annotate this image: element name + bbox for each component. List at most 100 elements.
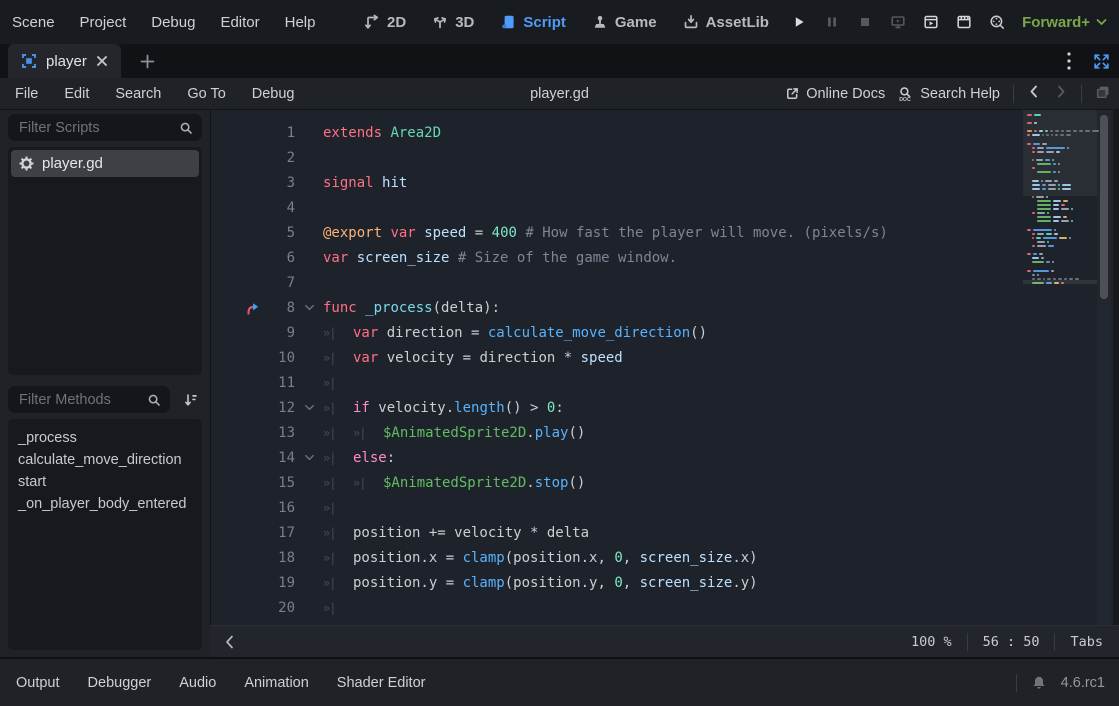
close-icon[interactable] — [96, 55, 108, 67]
menu-help[interactable]: Help — [285, 14, 316, 31]
minimap-row — [1023, 225, 1097, 227]
menu-debug[interactable]: Debug — [151, 14, 195, 31]
code-line[interactable]: 6var screen_size # Size of the game wind… — [211, 245, 1112, 270]
fold-gutter[interactable] — [295, 451, 323, 464]
online-docs-button[interactable]: Online Docs — [785, 86, 885, 102]
code-line[interactable]: 12»|if velocity.length() > 0: — [211, 395, 1112, 420]
fold-gutter[interactable] — [295, 301, 323, 314]
play-custom-scene-button[interactable] — [955, 13, 973, 31]
script-list-item-player[interactable]: player.gd — [11, 150, 199, 177]
code-line[interactable]: 3signal hit — [211, 170, 1112, 195]
make-floating-button[interactable] — [1095, 84, 1111, 104]
code-line[interactable]: 16»| — [211, 495, 1112, 520]
code-scrollbar[interactable] — [1097, 110, 1111, 625]
right-edge-strip — [1112, 110, 1119, 625]
fold-chevron-icon[interactable] — [303, 451, 316, 464]
history-forward-button[interactable] — [1054, 84, 1068, 103]
play-button[interactable] — [790, 13, 808, 31]
menu-editor[interactable]: Editor — [220, 14, 259, 31]
gear-icon — [19, 156, 34, 171]
script-menu-goto[interactable]: Go To — [187, 86, 225, 102]
script-menu-file[interactable]: File — [15, 86, 38, 102]
code-text: »| — [323, 376, 1112, 390]
movie-maker-button[interactable] — [988, 13, 1006, 31]
code-line[interactable]: 15»|»|$AnimatedSprite2D.stop() — [211, 470, 1112, 495]
filter-methods-input[interactable] — [17, 391, 147, 409]
search-icon — [147, 393, 161, 407]
indent-type[interactable]: Tabs — [1070, 634, 1103, 650]
code-line[interactable]: 10»|var velocity = direction * speed — [211, 345, 1112, 370]
method-item[interactable]: start — [18, 471, 192, 493]
code-line[interactable]: 4 — [211, 195, 1112, 220]
code-line[interactable]: 5@export var speed = 400 # How fast the … — [211, 220, 1112, 245]
breakpoint-gutter[interactable] — [211, 300, 267, 316]
menu-scene[interactable]: Scene — [12, 14, 55, 31]
tab-script[interactable]: Script — [500, 14, 566, 31]
code-line[interactable]: 9»|var direction = calculate_move_direct… — [211, 320, 1112, 345]
code-text: extends Area2D — [323, 125, 1112, 141]
code-line[interactable]: 19»|position.y = clamp(position.y, 0, sc… — [211, 570, 1112, 595]
pause-button[interactable] — [823, 13, 841, 31]
line-number: 14 — [267, 450, 295, 466]
script-menu-search[interactable]: Search — [115, 86, 161, 102]
search-help-button[interactable]: DOC Search Help — [898, 86, 1000, 102]
remote-debug-button[interactable] — [889, 13, 907, 31]
method-item[interactable]: calculate_move_direction — [18, 449, 192, 471]
bottom-tab-debugger[interactable]: Debugger — [88, 675, 152, 691]
menu-project[interactable]: Project — [80, 14, 127, 31]
editor-context-switcher: 2D 3D Script Game AssetLib — [364, 0, 769, 44]
version-label[interactable]: 4.6.rc1 — [1061, 675, 1105, 691]
3d-axes-icon — [432, 14, 448, 30]
tab-3d[interactable]: 3D — [432, 14, 474, 31]
history-back-button[interactable] — [1027, 84, 1041, 103]
zoom-level[interactable]: 100 % — [911, 634, 952, 650]
tab-assetlib[interactable]: AssetLib — [683, 14, 769, 31]
code-line[interactable]: 18»|position.x = clamp(position.x, 0, sc… — [211, 545, 1112, 570]
new-scene-tab-button[interactable] — [133, 44, 161, 78]
main-menus: Scene Project Debug Editor Help — [12, 0, 315, 44]
method-override-icon[interactable] — [245, 300, 261, 316]
stop-button[interactable] — [856, 13, 874, 31]
code-line[interactable]: 8func _process(delta): — [211, 295, 1112, 320]
renderer-selector[interactable]: Forward+ — [1022, 0, 1107, 44]
code-line[interactable]: 13»|»|$AnimatedSprite2D.play() — [211, 420, 1112, 445]
bottom-tab-animation[interactable]: Animation — [244, 675, 308, 691]
filter-scripts-input[interactable] — [17, 119, 179, 137]
bottom-tab-output[interactable]: Output — [16, 675, 60, 691]
play-scene-button[interactable] — [922, 13, 940, 31]
code-minimap[interactable] — [1023, 112, 1097, 286]
bottom-tab-shader-editor[interactable]: Shader Editor — [337, 675, 426, 691]
script-menu-edit[interactable]: Edit — [64, 86, 89, 102]
tab-indent-marker: »| — [323, 351, 353, 365]
tab-game[interactable]: Game — [592, 14, 657, 31]
bottom-tab-audio[interactable]: Audio — [179, 675, 216, 691]
fold-chevron-icon[interactable] — [303, 401, 316, 414]
script-menus: File Edit Search Go To Debug — [15, 78, 295, 109]
fold-gutter[interactable] — [295, 401, 323, 414]
toolbar-separator — [1081, 85, 1082, 103]
code-text: »|if velocity.length() > 0: — [323, 400, 1112, 416]
code-line[interactable]: 14»|else: — [211, 445, 1112, 470]
tab-2d[interactable]: 2D — [364, 14, 406, 31]
code-line[interactable]: 7 — [211, 270, 1112, 295]
code-line[interactable]: 20»| — [211, 595, 1112, 620]
code-line[interactable]: 11»| — [211, 370, 1112, 395]
sort-methods-button[interactable] — [176, 386, 206, 413]
fold-chevron-icon[interactable] — [303, 301, 316, 314]
script-menu-debug[interactable]: Debug — [252, 86, 295, 102]
code-editor[interactable]: 1extends Area2D23signal hit45@export var… — [210, 110, 1112, 625]
cursor-position[interactable]: 56 : 50 — [983, 634, 1040, 650]
tab-list-menu-button[interactable] — [1058, 44, 1080, 78]
code-line[interactable]: 2 — [211, 145, 1112, 170]
code-line[interactable]: 17»|position += velocity * delta — [211, 520, 1112, 545]
code-line[interactable]: 1extends Area2D — [211, 120, 1112, 145]
method-item[interactable]: _process — [18, 427, 192, 449]
script-editor-toolbar: File Edit Search Go To Debug player.gd O… — [0, 78, 1119, 110]
distraction-free-button[interactable] — [1088, 44, 1114, 78]
scene-tab-player[interactable]: player — [8, 44, 121, 78]
scrollbar-grabber[interactable] — [1100, 115, 1108, 299]
notifications-bell-icon[interactable] — [1031, 675, 1047, 691]
method-item[interactable]: _on_player_body_entered — [18, 493, 192, 515]
collapse-sidebar-button[interactable] — [218, 626, 240, 657]
minimap-row — [1023, 130, 1097, 132]
